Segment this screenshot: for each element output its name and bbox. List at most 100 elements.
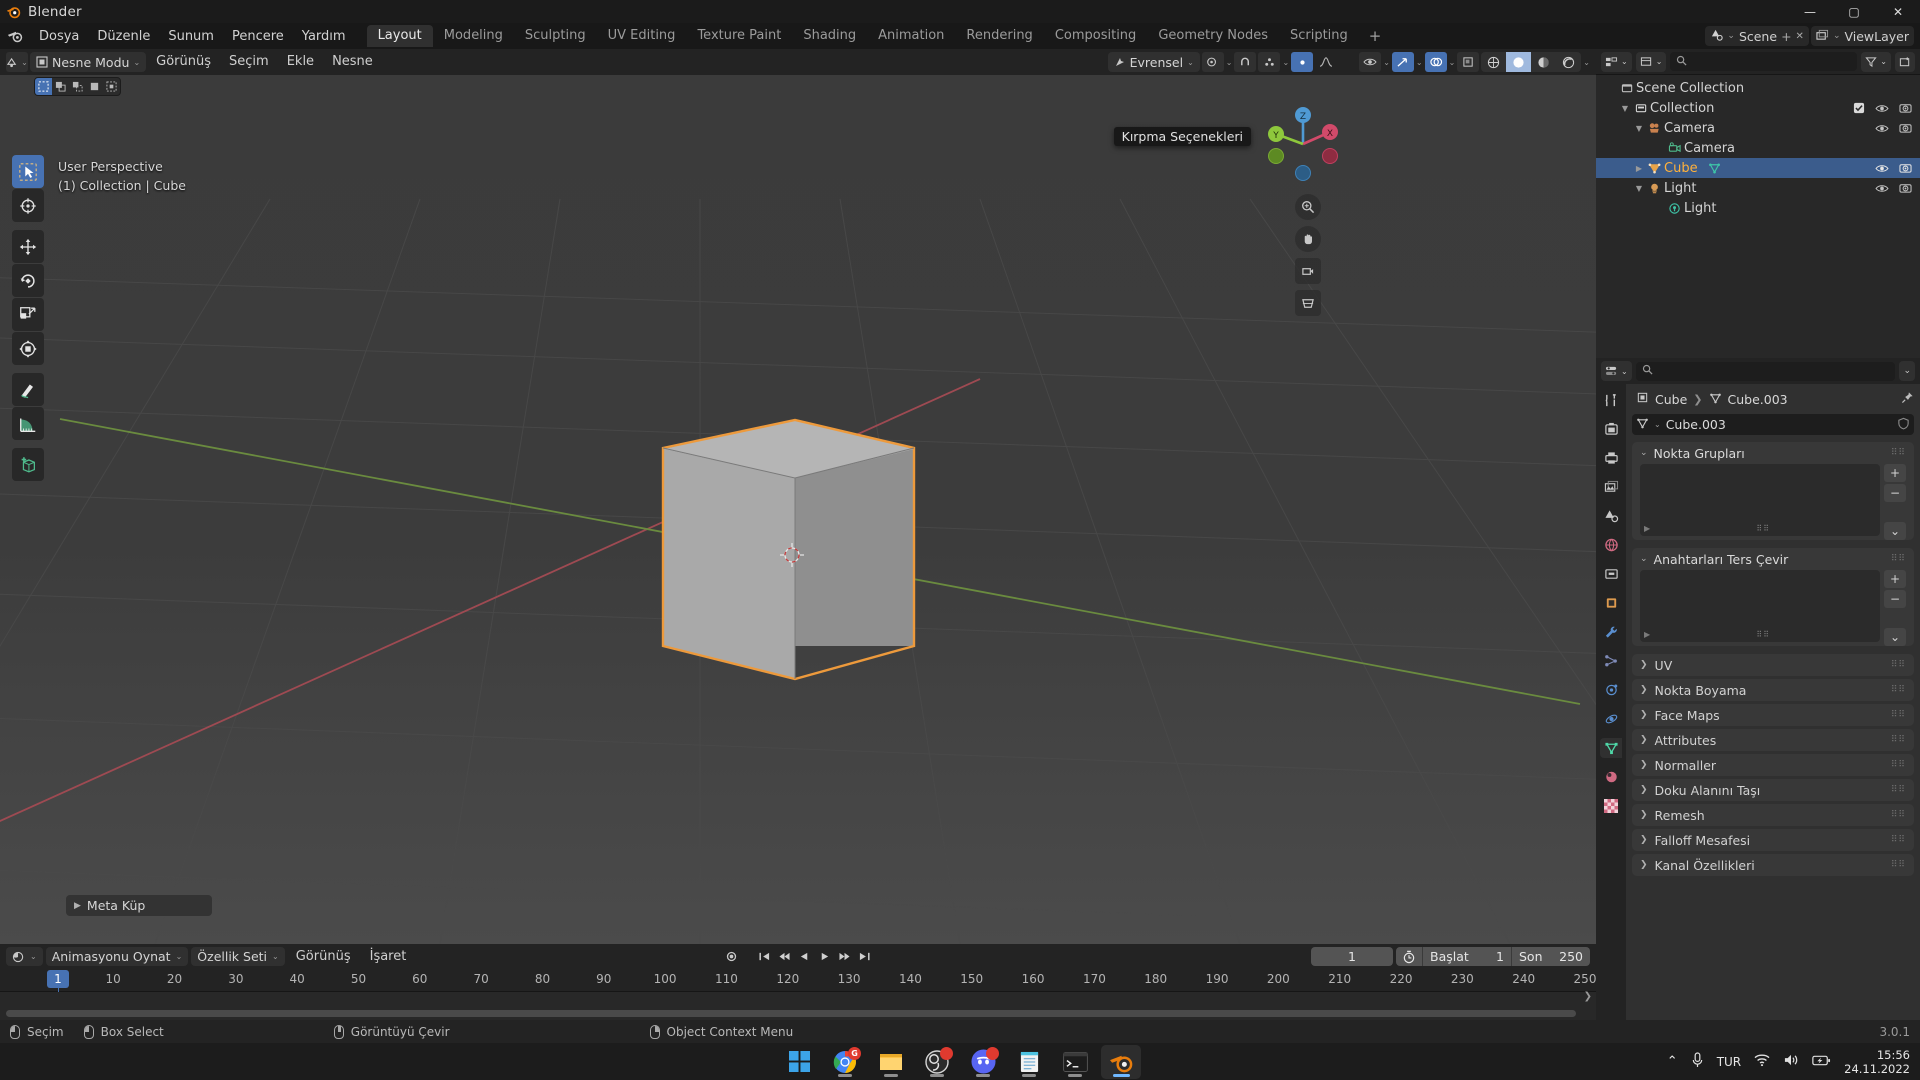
eye-icon[interactable]	[1875, 123, 1889, 134]
outliner-row-collection[interactable]: ▼ Collection	[1596, 98, 1920, 118]
tool-tab[interactable]	[1600, 390, 1622, 410]
ortho-persp-icon[interactable]	[1295, 290, 1321, 316]
tab-sculpting[interactable]: Sculpting	[514, 25, 597, 47]
next-keyframe-button[interactable]	[836, 947, 853, 966]
resize-grip[interactable]: ⠿⠿	[1756, 524, 1770, 533]
outliner-editor-type-icon[interactable]: ⌄	[1601, 51, 1632, 72]
vertex-groups-listbox[interactable]: ▶ ⠿⠿ + − ⌄	[1640, 464, 1906, 540]
magnet-icon[interactable]	[1234, 52, 1257, 72]
timeline-body[interactable]: ❯	[0, 991, 1596, 1020]
select-tweak-icon[interactable]	[35, 78, 52, 95]
maximize-button[interactable]: ▢	[1832, 0, 1876, 23]
editor-type-icon[interactable]: ⌄	[6, 52, 28, 72]
viewport-visibility-icon[interactable]	[1359, 52, 1382, 72]
object-tab[interactable]	[1600, 593, 1622, 613]
remove-shape-key-button[interactable]: −	[1884, 590, 1906, 608]
panel-vertex-groups[interactable]: ⌄ Nokta Grupları ⠿⠿ ▶ ⠿⠿ + − ⌄	[1632, 442, 1914, 540]
mesh-data-icon[interactable]	[1706, 162, 1724, 174]
panel-header[interactable]: ⌄ Anahtarları Ters Çevir ⠿⠿	[1632, 548, 1914, 570]
record-icon[interactable]	[723, 947, 740, 966]
panel-header[interactable]: ⌄ Nokta Grupları ⠿⠿	[1632, 442, 1914, 464]
collection-tab[interactable]	[1600, 564, 1622, 584]
timeline-sidebar-toggle-icon[interactable]: ❯	[1584, 991, 1592, 1002]
menu-sunum[interactable]: Sunum	[159, 27, 223, 46]
resize-grip[interactable]: ⠿⠿	[1756, 630, 1770, 639]
outliner-row-camera-object[interactable]: ▼ Camera	[1596, 118, 1920, 138]
shading-material-preview[interactable]	[1531, 52, 1556, 72]
zoom-icon[interactable]	[1295, 194, 1321, 220]
physics-tab[interactable]	[1600, 680, 1622, 700]
modifier-tab[interactable]	[1600, 622, 1622, 642]
discord-icon[interactable]	[963, 1045, 1003, 1079]
tab-rendering[interactable]: Rendering	[955, 25, 1043, 47]
timeline-ruler[interactable]: 1 10 20 30 40 50 60 70 80 90 100 110 120 130 140 150 16…	[0, 969, 1596, 1022]
panel-remesh[interactable]: ❯ Remesh ⠿⠿	[1632, 804, 1914, 826]
list-area[interactable]: ▶ ⠿⠿	[1640, 570, 1880, 642]
menu-dosya[interactable]: Dosya	[30, 27, 88, 46]
terminal-icon[interactable]	[1055, 1045, 1095, 1079]
tab-texture-paint[interactable]: Texture Paint	[686, 25, 792, 47]
output-tab[interactable]	[1600, 448, 1622, 468]
outliner-new-collection-icon[interactable]	[1895, 51, 1915, 72]
tab-scripting[interactable]: Scripting	[1279, 25, 1359, 47]
play-button[interactable]	[816, 947, 833, 966]
battery-charging-icon[interactable]	[1812, 1054, 1831, 1070]
notepad-icon[interactable]	[1009, 1045, 1049, 1079]
outliner-filter-icon[interactable]: ⌄	[1861, 51, 1891, 72]
falloff-curve-icon[interactable]	[1315, 52, 1337, 72]
timeline-menu-isaret[interactable]: İşaret	[362, 949, 415, 964]
obs-studio-icon[interactable]	[917, 1045, 957, 1079]
use-preview-range-icon[interactable]	[1396, 950, 1422, 964]
menu-pencere[interactable]: Pencere	[223, 27, 293, 46]
shape-key-specials-button[interactable]: ⌄	[1884, 628, 1906, 646]
transform-tool[interactable]	[12, 332, 44, 365]
menu-yardim[interactable]: Yardım	[293, 27, 355, 46]
tweak-tool[interactable]	[12, 155, 44, 188]
camera-render-icon[interactable]	[1899, 182, 1912, 194]
pin-icon[interactable]	[1901, 391, 1914, 407]
viewport-menu-secim[interactable]: Seçim	[221, 52, 277, 72]
jump-start-button[interactable]	[756, 947, 773, 966]
pivot-point-icon[interactable]	[1201, 52, 1224, 72]
panel-attributes[interactable]: ❯ Attributes ⠿⠿	[1632, 729, 1914, 751]
panel-texture-space[interactable]: ❯ Doku Alanını Taşı ⠿⠿	[1632, 779, 1914, 801]
properties-editor[interactable]: ⌄ ⌄ Cube ❯ Cube.003 ⌄ Cube.003 ⌄ Nokta G…	[1596, 358, 1920, 1020]
speaker-icon[interactable]	[1783, 1053, 1799, 1070]
minimize-button[interactable]: —	[1788, 0, 1832, 23]
shading-wireframe[interactable]	[1481, 52, 1506, 72]
shading-solid[interactable]	[1506, 52, 1532, 72]
scale-tool[interactable]	[12, 298, 44, 331]
tray-chevron-icon[interactable]: ⌃	[1667, 1054, 1678, 1069]
outliner-display-mode[interactable]: ⌄	[1635, 51, 1667, 72]
panel-custom-properties[interactable]: ❯ Kanal Özellikleri ⠿⠿	[1632, 854, 1914, 876]
chevron-right-icon[interactable]: ▶	[1644, 524, 1650, 533]
fake-user-shield-icon[interactable]	[1897, 417, 1910, 433]
select-extend-icon[interactable]	[103, 78, 120, 95]
vertex-group-specials-button[interactable]: ⌄	[1884, 522, 1906, 540]
jump-end-button[interactable]	[856, 947, 873, 966]
breadcrumb-mesh[interactable]: Cube.003	[1728, 392, 1788, 407]
prev-keyframe-button[interactable]	[776, 947, 793, 966]
viewlayer-selector[interactable]: ⌄ ViewLayer	[1810, 26, 1914, 46]
expand-triangle[interactable]: ▼	[1618, 104, 1632, 113]
playback-menu[interactable]: Animasyonu Oynat ⌄	[45, 947, 189, 966]
blender-menu-icon[interactable]	[0, 29, 30, 43]
viewport-menu-nesne[interactable]: Nesne	[324, 52, 381, 72]
google-chrome-icon[interactable]: G	[825, 1045, 865, 1079]
panel-falloff-distance[interactable]: ❯ Falloff Mesafesi ⠿⠿	[1632, 829, 1914, 851]
select-circle-icon[interactable]	[69, 78, 86, 95]
add-vertex-group-button[interactable]: +	[1884, 464, 1906, 482]
proportional-edit-icon[interactable]	[1291, 52, 1314, 72]
new-scene-button[interactable]: +	[1781, 29, 1791, 44]
viewlayer-tab[interactable]	[1600, 477, 1622, 497]
outliner-search-input[interactable]	[1670, 52, 1858, 71]
transform-orientation-selector[interactable]: Evrensel ⌄	[1107, 52, 1200, 72]
measure-tool[interactable]	[12, 407, 44, 440]
panel-normals[interactable]: ❯ Normaller ⠿⠿	[1632, 754, 1914, 776]
tab-shading[interactable]: Shading	[792, 25, 867, 47]
tab-modeling[interactable]: Modeling	[433, 25, 514, 47]
particles-tab[interactable]	[1600, 651, 1622, 671]
select-lasso-icon[interactable]	[86, 78, 103, 95]
start-windows-icon[interactable]	[779, 1045, 819, 1079]
cursor-tool[interactable]	[12, 189, 44, 222]
